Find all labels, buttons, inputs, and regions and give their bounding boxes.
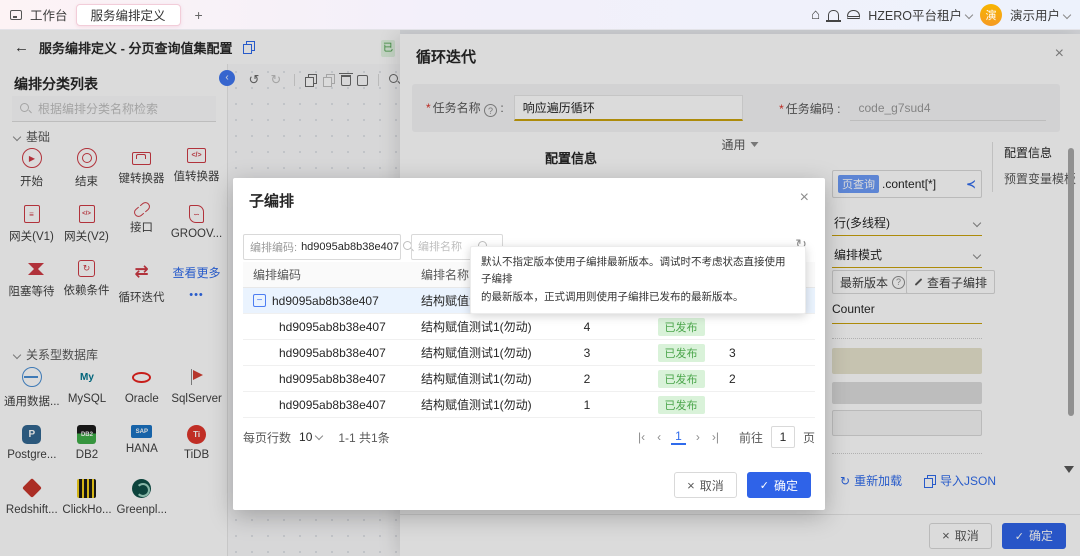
cell-name: 结构赋值测试1(勿动) [411,318,531,335]
notification-bell-icon[interactable] [828,10,839,20]
new-tab-button[interactable] [189,5,209,25]
sub-orchestration-modal: 子编排 编排编码: hd9095ab8b38e407 编排编码 编排名称 版本 … [233,178,825,510]
user-label: 演示用户 [1010,9,1060,23]
page-size-label: 每页行数 [243,429,291,446]
modal-confirm-button[interactable]: 确定 [747,472,811,498]
cell-version: 1 [531,398,643,412]
collapse-row-icon[interactable] [253,294,266,307]
tooltip-line-1: 默认不指定版本使用子编排最新版本。调试时不考虑状态直接使用子编排 [481,254,795,289]
cell-name: 结构赋值测试1(勿动) [411,370,531,387]
col-header-code: 编排编码 [243,266,411,283]
cell-name: 结构赋值测试1(勿动) [411,344,531,361]
cell-code: hd9095ab8b38e407 [243,346,411,360]
home-icon[interactable] [811,7,820,22]
page-size-select[interactable]: 10 [299,430,322,444]
close-icon [687,479,695,492]
browser-tab-bar: 工作台 服务编排定义 HZERO平台租户 演 演示用户 [0,0,1080,30]
pagination: 每页行数 10 1-1 共1条 1 前往 1 页 [243,422,815,452]
code-filter-label: 编排编码: [250,239,297,255]
table-row[interactable]: hd9095ab8b38e407 结构赋值测试1(勿动) 2 已发布 2 [243,366,815,392]
cancel-label: 取消 [700,477,724,494]
current-page[interactable]: 1 [671,429,686,445]
cell-desc: 3 [719,346,815,360]
modal-cancel-button[interactable]: 取消 [674,472,737,498]
cell-version: 3 [531,346,643,360]
tooltip-line-2: 的最新版本，正式调用则使用子编排已发布的最新版本。 [481,289,795,306]
cell-name: 结构赋值测试1(勿动) [411,396,531,413]
cell-code: hd9095ab8b38e407 [272,294,379,308]
cell-version: 4 [531,320,643,334]
last-page-icon[interactable] [710,430,721,444]
chevron-down-icon [1063,11,1071,19]
version-tooltip: 默认不指定版本使用子编排最新版本。调试时不考虑状态直接使用子编排 的最新版本，正… [470,246,806,314]
workbench-icon [10,10,22,20]
chevron-down-icon [315,432,323,440]
tab-label: 服务编排定义 [91,5,166,24]
table-row[interactable]: hd9095ab8b38e407 结构赋值测试1(勿动) 1 已发布 [243,392,815,418]
cell-code: hd9095ab8b38e407 [243,398,411,412]
status-badge: 已发布 [658,396,705,414]
chevron-down-icon [965,11,973,19]
avatar[interactable]: 演 [980,4,1002,26]
workbench-label[interactable]: 工作台 [30,5,68,24]
user-menu[interactable]: 演示用户 [1010,5,1070,24]
cell-code: hd9095ab8b38e407 [243,372,411,386]
code-filter-input[interactable]: 编排编码: hd9095ab8b38e407 [243,234,401,260]
name-filter-field[interactable] [418,241,474,253]
table-row[interactable]: hd9095ab8b38e407 结构赋值测试1(勿动) 3 已发布 3 [243,340,815,366]
cell-desc: 2 [719,372,815,386]
tenant-switcher[interactable]: HZERO平台租户 [868,5,972,24]
theme-hat-icon[interactable] [847,10,860,19]
cell-version: 2 [531,372,643,386]
table-row[interactable]: hd9095ab8b38e407 结构赋值测试1(勿动) 4 已发布 [243,314,815,340]
modal-title: 子编排 [249,190,294,211]
modal-footer: 取消 确定 [674,472,811,498]
check-icon [760,478,769,492]
status-badge: 已发布 [658,344,705,362]
code-filter-value: hd9095ab8b38e407 [301,241,399,253]
next-page-icon[interactable] [694,430,702,444]
range-label: 1-1 共1条 [338,429,389,446]
cell-code: hd9095ab8b38e407 [243,320,411,334]
close-icon[interactable] [800,190,809,206]
status-badge: 已发布 [658,318,705,336]
goto-label: 前往 [739,429,763,446]
tenant-label: HZERO平台租户 [868,9,962,23]
page-unit-label: 页 [803,429,815,446]
status-badge: 已发布 [658,370,705,388]
goto-page-input[interactable]: 1 [771,426,795,448]
prev-page-icon[interactable] [655,430,663,444]
first-page-icon[interactable] [636,430,647,444]
confirm-label: 确定 [774,477,798,494]
tab-service-orchestration[interactable]: 服务编排定义 [76,4,181,26]
